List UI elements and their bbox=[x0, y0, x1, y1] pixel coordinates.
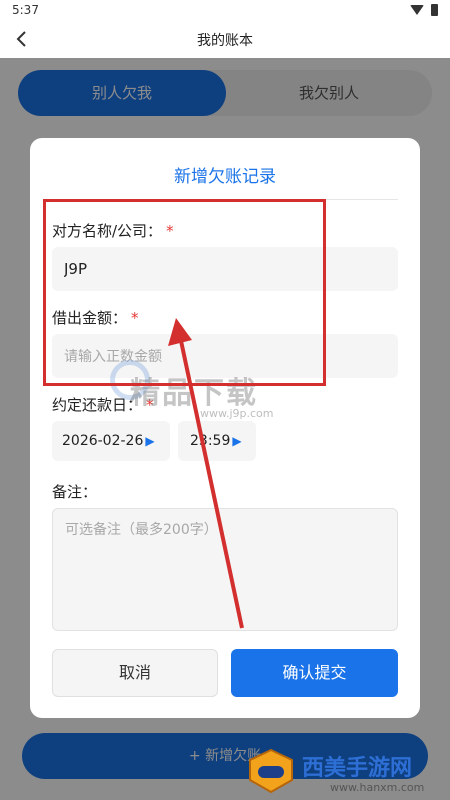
confirm-submit-button[interactable]: 确认提交 bbox=[231, 649, 398, 697]
brand-title: 西美手游网 bbox=[302, 756, 413, 781]
date-picker[interactable]: 2026-02-26 ▶ bbox=[52, 421, 170, 461]
wifi-icon bbox=[410, 5, 424, 15]
watermark-url: www.j9p.com bbox=[200, 407, 274, 420]
dialog-title: 新增欠账记录 bbox=[174, 167, 276, 187]
note-textarea[interactable] bbox=[52, 508, 398, 631]
brand-logo-icon bbox=[249, 748, 293, 794]
status-time: 5:37 bbox=[12, 3, 39, 17]
status-bar: 5:37 bbox=[0, 0, 450, 22]
time-picker[interactable]: 23:59 ▶ bbox=[178, 421, 256, 461]
dropdown-triangle-icon: ▶ bbox=[232, 434, 242, 448]
cancel-button[interactable]: 取消 bbox=[52, 649, 218, 697]
status-icons bbox=[410, 4, 438, 16]
note-label: 备注： bbox=[52, 483, 98, 501]
brand-url: www.hanxm.com bbox=[330, 781, 425, 794]
annotation-highlight-box bbox=[43, 199, 326, 386]
battery-icon bbox=[431, 4, 438, 16]
page-title: 我的账本 bbox=[197, 33, 253, 49]
dropdown-triangle-icon: ▶ bbox=[145, 434, 155, 448]
nav-bar: 我的账本 bbox=[0, 22, 450, 58]
